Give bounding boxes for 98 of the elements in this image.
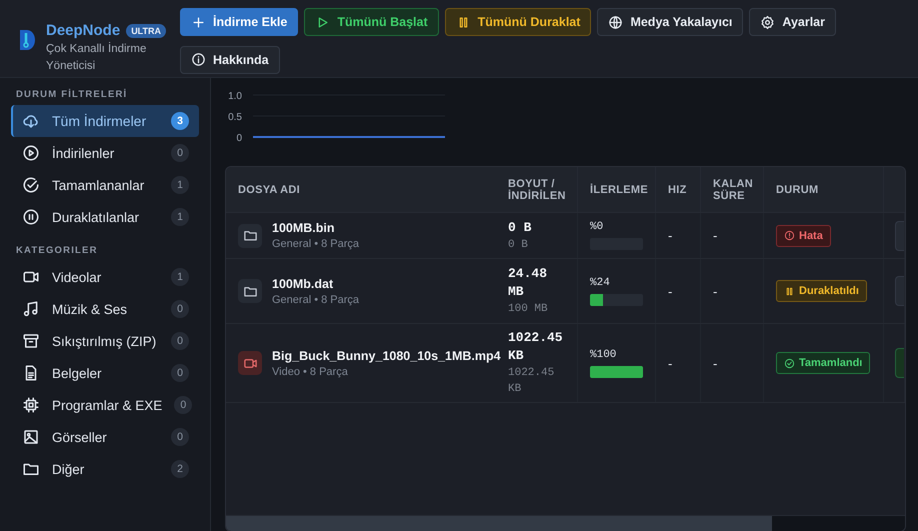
cloud-download-icon [22, 112, 40, 130]
sidebar-label: Görseller [52, 430, 108, 444]
sidebar-label: Videolar [52, 270, 102, 284]
app-title: DeepNode [46, 22, 120, 39]
file-size: 0 B [508, 218, 532, 236]
file-size: 1022.45 KB [508, 329, 564, 365]
settings-icon [760, 14, 776, 30]
chip-icon [22, 396, 40, 414]
status-badge: Tamamlandı [776, 352, 870, 374]
sidebar-label: Duraklatılanlar [52, 210, 140, 224]
column-header: HIZ [668, 184, 687, 196]
archive-box-icon [22, 332, 40, 350]
check-circle-icon [22, 176, 40, 194]
sidebar-item[interactable]: Programlar & EXE 0 [11, 389, 199, 421]
sidebar-item[interactable]: Videolar 1 [11, 261, 199, 293]
toolbar-button[interactable]: Medya Yakalayıcı [597, 8, 744, 36]
edition-badge: ULTRA [126, 24, 166, 38]
toolbar-button[interactable]: Hakkında [180, 46, 280, 74]
remaining-time: - [713, 228, 718, 243]
count-badge: 0 [171, 364, 189, 382]
globe-icon [608, 14, 624, 30]
file-meta: General • 8 Parça [272, 238, 360, 250]
sidebar-label: Tamamlananlar [52, 178, 146, 192]
sidebar-label: Programlar & EXE [52, 398, 162, 412]
count-badge: 0 [171, 332, 189, 350]
status-badge: Duraklatıldı [776, 280, 867, 302]
downloaded-size: 100 MB [508, 302, 548, 317]
count-badge: 3 [171, 112, 189, 130]
app-subtitle: Çok Kanallı İndirme Yöneticisi [46, 41, 148, 74]
sidebar-label: İndirilenler [52, 146, 116, 160]
column-header: KALAN SÜRE [713, 178, 753, 202]
progress-percent: %24 [590, 276, 610, 288]
file-size: 24.48 MB [508, 265, 548, 301]
column-header: İLERLEME [590, 184, 648, 196]
column-header: BOYUT / İNDİRİLEN [508, 178, 566, 202]
progress-percent: %0 [590, 221, 604, 233]
sidebar-item[interactable]: İndirilenler 0 [11, 137, 199, 169]
count-badge: 2 [171, 460, 189, 478]
progress-percent: %100 [590, 348, 616, 360]
downloaded-size: 0 B [508, 238, 528, 252]
music-note-icon [22, 300, 40, 318]
count-badge: 0 [171, 144, 189, 162]
file-meta: General • 8 Parça [272, 294, 360, 306]
pause-circle-icon [22, 208, 40, 226]
sidebar-item[interactable]: Tüm İndirmeler 3 [11, 105, 199, 137]
file-name: Big_Buck_Bunny_1080_10s_1MB.mp4 [272, 348, 501, 362]
downloaded-size: 1022.45 KB [508, 366, 556, 397]
sidebar-item[interactable]: Tamamlananlar 1 [11, 169, 199, 201]
info-icon [191, 52, 206, 67]
plus-icon [191, 14, 206, 30]
toolbar-button[interactable]: Ayarlar [749, 8, 836, 36]
sidebar-item[interactable]: Duraklatılanlar 1 [11, 201, 199, 233]
sidebar-item[interactable]: Diğer 2 [11, 453, 199, 485]
count-badge: 0 [171, 428, 189, 446]
folder-icon [242, 228, 258, 243]
sidebar-label: Belgeler [52, 366, 103, 380]
count-badge: 1 [171, 208, 189, 226]
column-header: DURUM [776, 184, 818, 196]
remaining-time: - [713, 356, 718, 370]
logo-icon [18, 28, 36, 52]
pause-icon [784, 286, 795, 296]
sidebar-item[interactable]: Sıkıştırılmış (ZIP) 0 [11, 325, 199, 357]
axis-tick-label: 0 [236, 133, 242, 144]
sidebar-label: Diğer [52, 462, 86, 476]
action-button[interactable] [895, 276, 904, 306]
section-heading: KATEGORILER [15, 245, 99, 258]
section-heading: DURUM FİLTRELERİ [15, 89, 128, 102]
sidebar-item[interactable]: Belgeler 0 [11, 357, 199, 389]
file-meta: Video • 8 Parça [272, 366, 349, 378]
image-icon [22, 428, 40, 446]
sidebar-item[interactable]: Müzik & Ses 0 [11, 293, 199, 325]
count-badge: 1 [171, 176, 189, 194]
action-button[interactable] [895, 220, 904, 250]
speed-value: - [668, 356, 672, 370]
play-circle-icon [22, 144, 40, 162]
file-name: 100MB.bin [272, 221, 336, 235]
column-header: DOSYA ADI [238, 184, 300, 196]
speed-value: - [668, 284, 672, 298]
alert-icon [784, 230, 795, 241]
sidebar-label: Tüm İndirmeler [52, 113, 148, 129]
status-badge: Hata [776, 224, 831, 246]
speed-value: - [668, 228, 672, 243]
scrollbar-thumb[interactable] [226, 516, 772, 531]
sidebar-item[interactable]: Görseller 0 [11, 421, 199, 453]
file-name: 100Mb.dat [272, 276, 334, 290]
toolbar-button[interactable]: Tümünü Duraklat [444, 8, 592, 36]
toolbar-button[interactable]: Tümünü Başlat [304, 8, 439, 36]
count-badge: 0 [174, 396, 192, 414]
count-badge: 1 [171, 268, 189, 286]
axis-tick-label: 1.0 [228, 91, 242, 102]
sidebar-label: Sıkıştırılmış (ZIP) [52, 334, 158, 348]
remaining-time: - [713, 284, 718, 298]
check-circle-icon [784, 358, 795, 368]
axis-tick-label: 0.5 [228, 112, 242, 123]
toolbar-button[interactable]: İndirme Ekle [180, 8, 298, 36]
action-button[interactable] [895, 348, 904, 378]
sidebar-label: Müzik & Ses [52, 302, 128, 316]
count-badge: 0 [171, 300, 189, 318]
